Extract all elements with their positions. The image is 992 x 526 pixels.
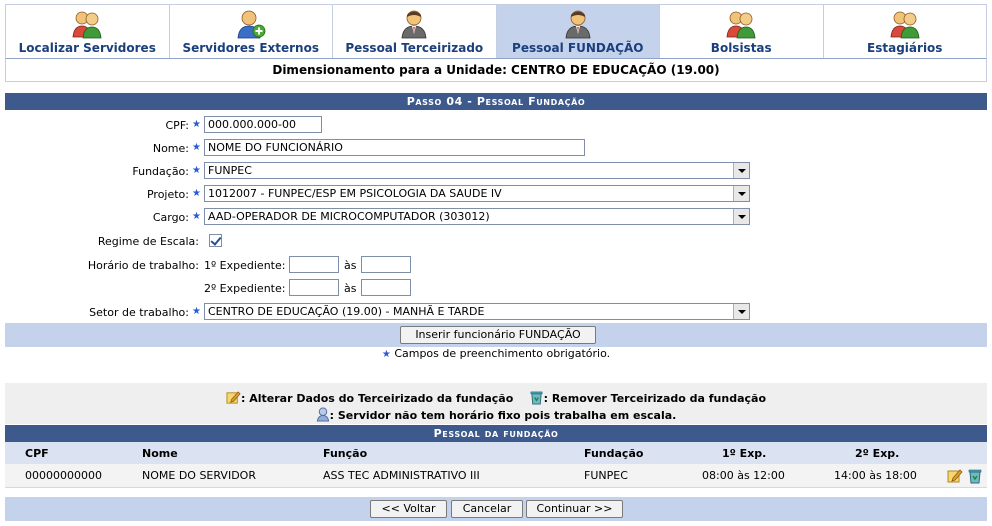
navigation-bar: << Voltar Cancelar Continuar >> xyxy=(5,497,987,521)
cargo-select[interactable]: AAD-OPERADOR DE MICROCOMPUTADOR (303012) xyxy=(204,208,750,225)
cell-exp1: 08:00 às 12:00 xyxy=(702,469,785,482)
col-exp2-header: 2º Exp. xyxy=(855,447,900,460)
two-users-icon xyxy=(72,9,102,39)
form-footer: Inserir funcionário FUNDAÇÃO xyxy=(5,323,987,347)
required-star-icon: ★ xyxy=(192,211,201,222)
nome-input[interactable]: NOME DO FUNCIONÁRIO xyxy=(204,139,585,156)
required-star-icon: ★ xyxy=(192,119,201,130)
two-users-icon xyxy=(890,9,920,39)
inserir-funcionario-button[interactable]: Inserir funcionário FUNDAÇÃO xyxy=(400,326,596,344)
legend-alter-text: : Alterar Dados do Terceirizado da funda… xyxy=(240,392,514,405)
tab-label: Servidores Externos xyxy=(182,41,319,55)
required-star-icon: ★ xyxy=(192,165,201,176)
trash-icon[interactable] xyxy=(967,468,983,484)
tab-bolsistas[interactable]: Bolsistas xyxy=(660,5,824,59)
cell-fundacao: FUNPEC xyxy=(584,469,628,482)
setor-select-value: CENTRO DE EDUCAÇÃO (19.00) - MANHÃ E TAR… xyxy=(208,305,485,318)
fundacao-label: Fundação: xyxy=(132,165,189,178)
chevron-down-icon[interactable] xyxy=(733,209,749,224)
required-star-icon: ★ xyxy=(192,188,201,199)
fundacao-select[interactable]: FUNPEC xyxy=(204,162,750,179)
chevron-down-icon[interactable] xyxy=(733,304,749,319)
tab-label: Pessoal Terceirizado xyxy=(345,41,484,55)
trash-icon xyxy=(530,391,543,405)
tab-label: Pessoal FUNDAÇÃO xyxy=(512,41,644,55)
cell-cpf: 00000000000 xyxy=(25,469,102,482)
expediente-2-start-input[interactable] xyxy=(289,279,339,296)
table-row: 00000000000 NOME DO SERVIDOR ASS TEC ADM… xyxy=(5,464,987,488)
cell-funcao: ASS TEC ADMINISTRATIVO III xyxy=(323,469,480,482)
tab-estagiarios[interactable]: Estagiários xyxy=(823,5,987,59)
table-caption: Pessoal da fundação xyxy=(5,425,987,442)
required-note-text: Campos de preenchimento obrigatório. xyxy=(394,347,611,360)
continuar-button[interactable]: Continuar >> xyxy=(526,500,623,518)
cargo-label: Cargo: xyxy=(152,211,189,224)
expediente-1-start-input[interactable] xyxy=(289,256,339,273)
pessoal-fundacao-form: Passo 04 - Pessoal Fundação CPF: ★ 000.0… xyxy=(5,93,987,347)
cancelar-button[interactable]: Cancelar xyxy=(451,500,523,518)
col-exp1-header: 1º Exp. xyxy=(722,447,767,460)
cell-nome: NOME DO SERVIDOR xyxy=(142,469,256,482)
chevron-down-icon[interactable] xyxy=(733,186,749,201)
col-cpf-header: CPF xyxy=(25,447,49,460)
required-star-icon: ★ xyxy=(192,306,201,317)
projeto-label: Projeto: xyxy=(146,188,189,201)
tab-label: Localizar Servidores xyxy=(18,41,156,55)
required-star-icon: ★ xyxy=(381,349,391,360)
unit-title: Dimensionamento para a Unidade: CENTRO D… xyxy=(5,58,987,82)
expediente-2-label: 2º Expediente: xyxy=(204,282,286,295)
form-caption: Passo 04 - Pessoal Fundação xyxy=(5,93,987,110)
expediente-1-end-input[interactable] xyxy=(361,256,411,273)
tab-label: Bolsistas xyxy=(710,41,772,55)
setor-label: Setor de trabalho: xyxy=(89,306,189,319)
projeto-select[interactable]: 1012007 - FUNPEC/ESP EM PSICOLOGIA DA SA… xyxy=(204,185,750,202)
tab-servidores-externos[interactable]: Servidores Externos xyxy=(169,5,333,59)
edit-icon xyxy=(226,391,241,404)
expediente-2-end-input[interactable] xyxy=(361,279,411,296)
nome-label: Nome: xyxy=(152,142,189,155)
expediente-1-label: 1º Expediente: xyxy=(204,259,286,272)
edit-icon[interactable] xyxy=(947,468,963,484)
tab-pessoal-fundacao[interactable]: Pessoal FUNDAÇÃO xyxy=(496,5,660,59)
col-funcao-header: Função xyxy=(323,447,368,460)
horario-trabalho-label: Horário de trabalho: xyxy=(87,259,199,272)
as-label: às xyxy=(344,282,357,295)
table-header: CPF Nome Função Fundação 1º Exp. 2º Exp. xyxy=(5,442,987,464)
user-icon xyxy=(316,407,329,422)
col-nome-header: Nome xyxy=(142,447,178,460)
cell-exp2: 14:00 às 18:00 xyxy=(834,469,917,482)
user-suit-icon xyxy=(399,9,429,39)
as-label: às xyxy=(344,259,357,272)
required-note: ★ Campos de preenchimento obrigatório. xyxy=(0,347,992,360)
regime-escala-label: Regime de Escala: xyxy=(97,235,199,248)
required-star-icon: ★ xyxy=(192,142,201,153)
tab-localizar-servidores[interactable]: Localizar Servidores xyxy=(5,5,170,59)
voltar-button[interactable]: << Voltar xyxy=(370,500,447,518)
user-add-icon xyxy=(236,9,266,39)
tab-label: Estagiários xyxy=(867,41,943,55)
legend-escala-text: : Servidor não tem horário fixo pois tra… xyxy=(329,409,677,422)
projeto-select-value: 1012007 - FUNPEC/ESP EM PSICOLOGIA DA SA… xyxy=(208,187,502,200)
col-fundacao-header: Fundação xyxy=(584,447,644,460)
chevron-down-icon[interactable] xyxy=(733,163,749,178)
two-users-icon xyxy=(726,9,756,39)
setor-select[interactable]: CENTRO DE EDUCAÇÃO (19.00) - MANHÃ E TAR… xyxy=(204,303,750,320)
regime-escala-checkbox[interactable] xyxy=(209,234,222,247)
cpf-label: CPF: xyxy=(165,119,190,132)
user-suit-icon xyxy=(563,9,593,39)
cpf-input[interactable]: 000.000.000-00 xyxy=(204,116,322,133)
legend-remove-text: : Remover Terceirizado da fundação xyxy=(543,392,767,405)
fundacao-select-value: FUNPEC xyxy=(208,164,252,177)
cargo-select-value: AAD-OPERADOR DE MICROCOMPUTADOR (303012) xyxy=(208,210,490,223)
tab-pessoal-terceirizado[interactable]: Pessoal Terceirizado xyxy=(333,5,497,59)
tab-bar: Localizar Servidores Servidores Externos… xyxy=(5,4,987,59)
legend: : Alterar Dados do Terceirizado da funda… xyxy=(5,383,987,424)
